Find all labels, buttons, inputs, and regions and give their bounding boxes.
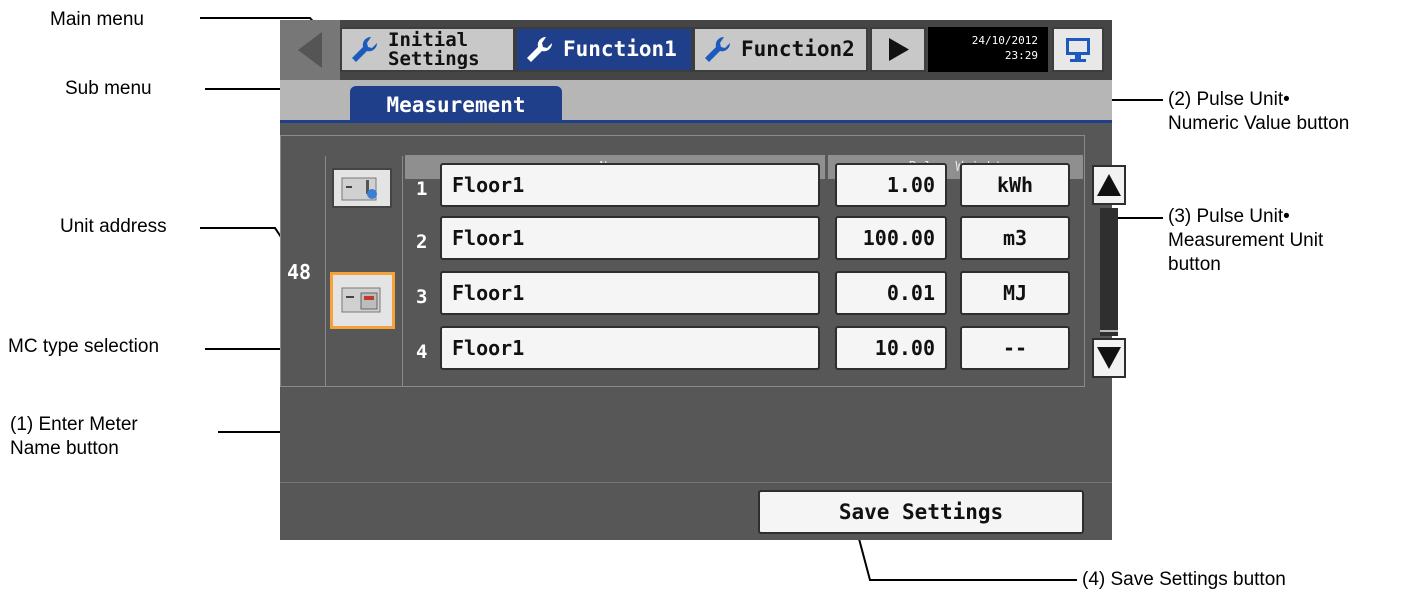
date-text: 24/10/2012 <box>971 34 1038 47</box>
scroll-down-button[interactable] <box>1092 338 1126 378</box>
arrow-up-icon <box>1097 174 1121 196</box>
chevron-right-icon <box>889 38 909 61</box>
tab-function2[interactable]: Function2 <box>693 27 868 72</box>
footer-divider <box>280 482 1112 483</box>
chevron-left-icon <box>298 32 322 68</box>
tab-initial-settings-label-1: Initial <box>388 28 469 51</box>
row-number: 3 <box>416 286 428 308</box>
pulse-value-button[interactable]: 0.01 <box>835 271 947 315</box>
meter-name-button[interactable]: Floor1 <box>440 163 820 207</box>
wrench-icon <box>705 36 731 62</box>
meter-name-button[interactable]: Floor1 <box>440 271 820 315</box>
pulse-unit-button[interactable]: MJ <box>960 271 1070 315</box>
save-settings-button[interactable]: Save Settings <box>758 490 1084 534</box>
meter-name-button[interactable]: Floor1 <box>440 326 820 370</box>
pulse-value-button[interactable]: 10.00 <box>835 326 947 370</box>
row-number: 1 <box>416 178 428 200</box>
tab-initial-settings[interactable]: Initial Settings <box>340 27 515 72</box>
thermometer-meter-icon <box>341 177 377 201</box>
scrollbar-track[interactable] <box>1100 208 1118 336</box>
datetime-display: 24/10/2012 23:29 <box>928 27 1048 72</box>
unit-address: 48 <box>287 260 312 284</box>
pulse-value-button[interactable]: 1.00 <box>835 163 947 207</box>
tab-initial-settings-label-2: Settings <box>388 47 480 70</box>
row-number: 4 <box>416 341 428 363</box>
meter-icon <box>341 287 381 313</box>
wrench-icon <box>352 36 378 62</box>
arrow-down-icon <box>1097 347 1121 369</box>
scroll-up-button[interactable] <box>1092 165 1126 205</box>
tab-function1[interactable]: Function1 <box>515 27 693 72</box>
pulse-unit-button[interactable]: kWh <box>960 163 1070 207</box>
time-text: 23:29 <box>1004 49 1038 62</box>
scrollbar-thumb[interactable] <box>1100 330 1118 332</box>
row-number: 2 <box>416 231 428 253</box>
meter-name-button[interactable]: Floor1 <box>440 216 820 260</box>
tab-measurement[interactable]: Measurement <box>350 86 562 123</box>
mc-type-selected-button[interactable] <box>330 272 395 329</box>
pulse-unit-button[interactable]: -- <box>960 326 1070 370</box>
prev-tab-button[interactable] <box>280 20 340 80</box>
monitor-icon <box>1066 38 1090 62</box>
device-screen: Initial Settings Function1 Function2 24/… <box>280 20 1126 540</box>
tab-function1-label: Function1 <box>563 37 677 61</box>
pulse-unit-button[interactable]: m3 <box>960 216 1070 260</box>
mc-type-button[interactable] <box>332 168 392 208</box>
pulse-value-button[interactable]: 100.00 <box>835 216 947 260</box>
tab-function2-label: Function2 <box>741 37 855 61</box>
monitor-button[interactable] <box>1052 27 1104 72</box>
next-tab-button[interactable] <box>870 27 926 72</box>
wrench-icon <box>527 36 553 62</box>
